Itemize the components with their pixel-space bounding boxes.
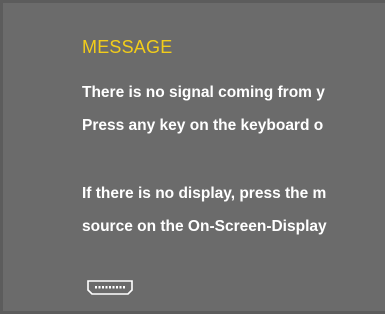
display-port-icon bbox=[87, 280, 133, 295]
monitor-osd-screen: MESSAGE There is no signal coming from y… bbox=[0, 0, 385, 314]
osd-message-line-1: There is no signal coming from y bbox=[82, 84, 325, 101]
osd-message-title: MESSAGE bbox=[82, 37, 173, 57]
osd-message-line-4: source on the On-Screen-Display bbox=[82, 218, 327, 235]
screen-edge-top bbox=[0, 0, 385, 3]
screen-edge-left bbox=[0, 0, 3, 314]
osd-message-line-3: If there is no display, press the m bbox=[82, 185, 327, 202]
osd-message-line-2: Press any key on the keyboard o bbox=[82, 117, 324, 134]
